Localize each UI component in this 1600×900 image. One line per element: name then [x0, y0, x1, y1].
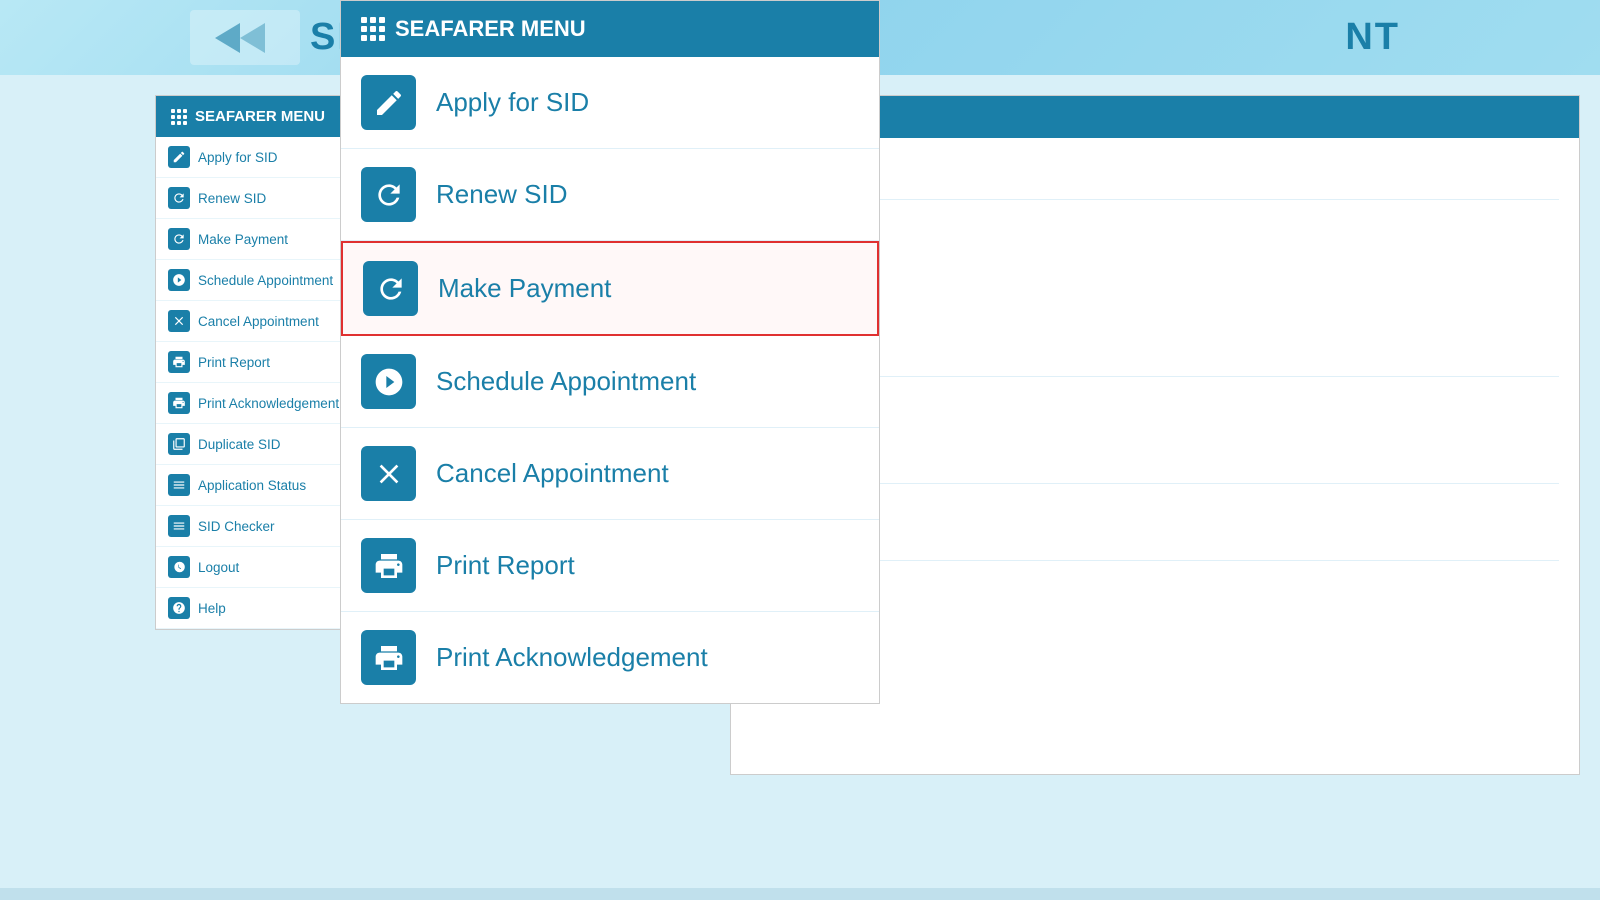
sidebar-icon-logout	[168, 556, 190, 578]
sidebar-header-icon	[171, 109, 187, 125]
dropdown-label-apply-sid: Apply for SID	[436, 87, 589, 118]
sidebar-icon-renew-sid	[168, 187, 190, 209]
sidebar-label-cancel-appointment: Cancel Appointment	[198, 314, 319, 329]
sidebar-icon-application-status	[168, 474, 190, 496]
sidebar-icon-sid-checker	[168, 515, 190, 537]
scrollbar[interactable]	[0, 888, 1600, 900]
sidebar-label-logout: Logout	[198, 560, 239, 575]
dropdown-menu: SEAFARER MENU Apply for SID Renew SID Ma…	[340, 0, 880, 704]
dropdown-label-print-acknowledgement: Print Acknowledgement	[436, 642, 708, 673]
dropdown-item-print-acknowledgement[interactable]: Print Acknowledgement	[341, 612, 879, 703]
dropdown-title: SEAFARER MENU	[395, 16, 586, 42]
dropdown-label-schedule-appointment: Schedule Appointment	[436, 366, 696, 397]
sidebar-label-renew-sid: Renew SID	[198, 191, 266, 206]
dropdown-item-renew-sid[interactable]: Renew SID	[341, 149, 879, 241]
dropdown-item-apply-sid[interactable]: Apply for SID	[341, 57, 879, 149]
dropdown-icon-print-report	[361, 538, 416, 593]
sidebar-label-print-report: Print Report	[198, 355, 270, 370]
sidebar-label-duplicate-sid: Duplicate SID	[198, 437, 281, 452]
dropdown-label-renew-sid: Renew SID	[436, 179, 568, 210]
sidebar-icon-help	[168, 597, 190, 619]
dropdown-icon-renew-sid	[361, 167, 416, 222]
sidebar-label-make-payment: Make Payment	[198, 232, 288, 247]
dropdown-header: SEAFARER MENU	[341, 1, 879, 57]
dropdown-icon-cancel-appointment	[361, 446, 416, 501]
header-logo	[190, 10, 300, 65]
sidebar-label-schedule-appointment: Schedule Appointment	[198, 273, 333, 288]
sidebar-icon-cancel-appointment	[168, 310, 190, 332]
sidebar-icon-schedule-appointment	[168, 269, 190, 291]
sidebar-icon-print-acknowledgement	[168, 392, 190, 414]
sidebar-label-sid-checker: SID Checker	[198, 519, 275, 534]
dropdown-label-cancel-appointment: Cancel Appointment	[436, 458, 669, 489]
dropdown-icon-print-acknowledgement	[361, 630, 416, 685]
dropdown-label-print-report: Print Report	[436, 550, 575, 581]
dropdown-icon-apply-sid	[361, 75, 416, 130]
sidebar-label-print-acknowledgement: Print Acknowledgement	[198, 396, 339, 411]
dropdown-label-make-payment: Make Payment	[438, 273, 611, 304]
sidebar-icon-print-report	[168, 351, 190, 373]
dropdown-item-make-payment[interactable]: Make Payment	[341, 241, 879, 336]
header-nt-partial: NT	[1345, 16, 1400, 59]
sidebar-icon-apply-sid	[168, 146, 190, 168]
sidebar-label-application-status: Application Status	[198, 478, 306, 493]
sidebar-label-apply-sid: Apply for SID	[198, 150, 278, 165]
sidebar-label-help: Help	[198, 601, 226, 616]
dropdown-icon-make-payment	[363, 261, 418, 316]
sidebar-icon-duplicate-sid	[168, 433, 190, 455]
dropdown-icon-schedule-appointment	[361, 354, 416, 409]
sidebar-title: SEAFARER MENU	[195, 108, 325, 125]
sidebar-icon-make-payment	[168, 228, 190, 250]
dropdown-item-cancel-appointment[interactable]: Cancel Appointment	[341, 428, 879, 520]
dropdown-item-schedule-appointment[interactable]: Schedule Appointment	[341, 336, 879, 428]
dropdown-item-print-report[interactable]: Print Report	[341, 520, 879, 612]
dropdown-header-icon	[361, 17, 385, 41]
